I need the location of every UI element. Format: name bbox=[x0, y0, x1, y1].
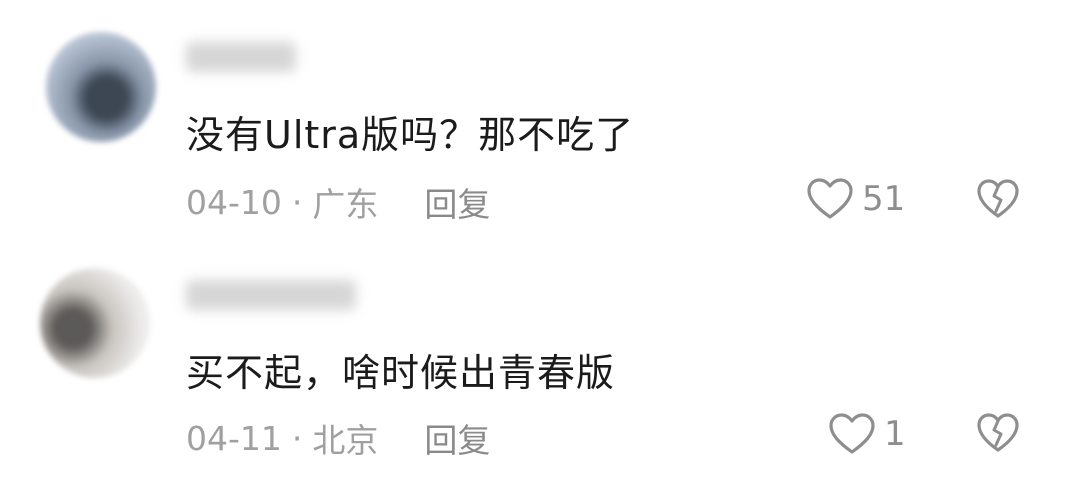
like-count: 51 bbox=[862, 179, 906, 219]
separator-dot: · bbox=[291, 418, 303, 458]
heart-outline-icon bbox=[807, 178, 853, 219]
comment-text: 买不起，啥时候出青春版 bbox=[186, 351, 616, 395]
comment-meta: 04-10 · 广东 回复 bbox=[186, 178, 490, 226]
username-blurred[interactable] bbox=[186, 42, 296, 72]
heart-outline-icon bbox=[829, 413, 875, 454]
like-count: 1 bbox=[884, 414, 906, 454]
avatar[interactable] bbox=[40, 268, 150, 378]
comment-meta: 04-11 · 北京 回复 bbox=[186, 414, 490, 462]
comment-text: 没有Ultra版吗？那不吃了 bbox=[186, 113, 635, 157]
like-button[interactable]: 1 bbox=[828, 410, 906, 458]
comment-date: 04-11 bbox=[186, 418, 282, 458]
comment-item: 没有Ultra版吗？那不吃了 04-10 · 广东 回复 51 bbox=[0, 0, 1080, 240]
comment-location: 北京 bbox=[312, 421, 379, 460]
comment-item: 买不起，啥时候出青春版 04-11 · 北京 回复 1 bbox=[0, 240, 1080, 482]
separator-dot: · bbox=[291, 182, 303, 222]
avatar[interactable] bbox=[46, 32, 156, 142]
broken-heart-icon[interactable] bbox=[976, 178, 1020, 220]
like-button[interactable]: 51 bbox=[806, 175, 905, 223]
broken-heart-icon[interactable] bbox=[976, 412, 1020, 454]
reply-button[interactable]: 回复 bbox=[424, 178, 490, 226]
comment-location: 广东 bbox=[312, 185, 379, 224]
username-blurred[interactable] bbox=[186, 280, 356, 310]
reply-button[interactable]: 回复 bbox=[424, 414, 490, 462]
comment-date: 04-10 bbox=[186, 182, 282, 222]
